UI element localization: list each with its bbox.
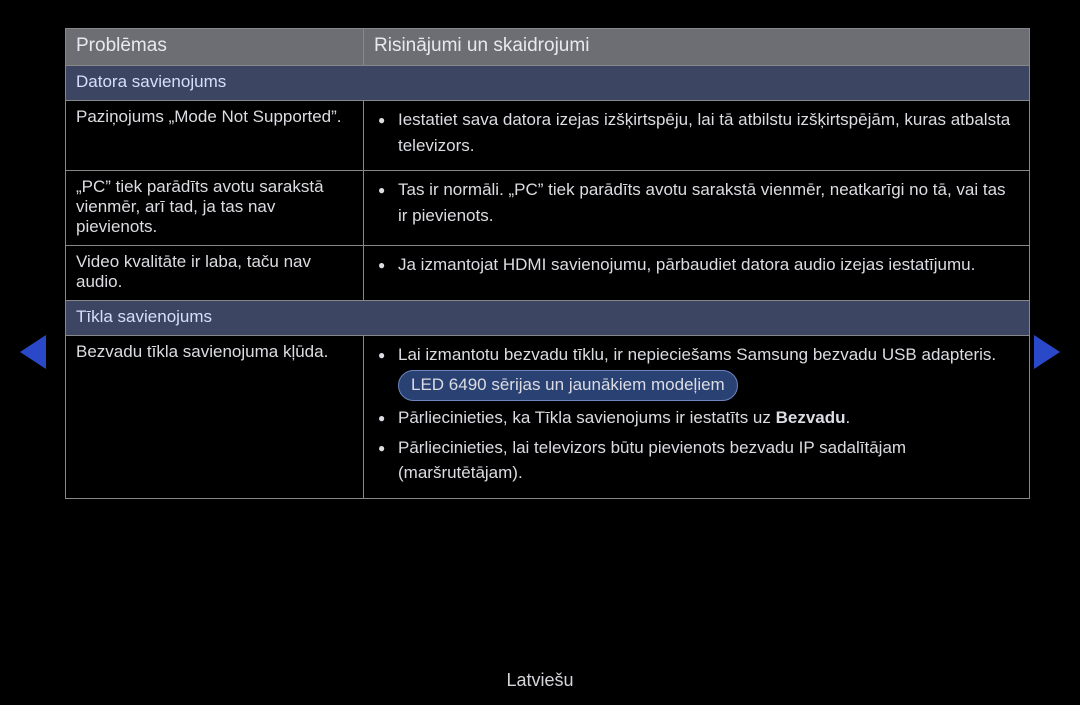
table-row: Paziņojums „Mode Not Supported”. Iestati… [66, 101, 1030, 171]
problem-cell: Paziņojums „Mode Not Supported”. [66, 101, 364, 171]
bold-term: Bezvadu [776, 408, 846, 427]
solution-item: Ja izmantojat HDMI savienojumu, pārbaudi… [398, 252, 1019, 278]
language-label: Latviešu [0, 670, 1080, 691]
solution-cell: Iestatiet sava datora izejas izšķirtspēj… [364, 101, 1030, 171]
manual-page: Problēmas Risinājumi un skaidrojumi Dato… [0, 0, 1080, 705]
table-row: „PC” tiek parādīts avotu sarakstā vienmē… [66, 171, 1030, 246]
solution-item: Pārliecinieties, lai televizors būtu pie… [398, 435, 1019, 486]
solution-cell: Tas ir normāli. „PC” tiek parādīts avotu… [364, 171, 1030, 246]
col-header-problems: Problēmas [66, 29, 364, 66]
problem-cell: Video kvalitāte ir laba, taču nav audio. [66, 246, 364, 301]
troubleshooting-table: Problēmas Risinājumi un skaidrojumi Dato… [65, 28, 1030, 499]
problem-cell: „PC” tiek parādīts avotu sarakstā vienmē… [66, 171, 364, 246]
solution-item: Lai izmantotu bezvadu tīklu, ir nepiecie… [398, 342, 1019, 401]
solution-text: Pārliecinieties, ka Tīkla savienojums ir… [398, 408, 776, 427]
problem-cell: Bezvadu tīkla savienojuma kļūda. [66, 336, 364, 499]
section-pc-connection: Datora savienojums [66, 66, 1030, 101]
prev-page-arrow[interactable] [20, 335, 46, 369]
section-network-connection: Tīkla savienojums [66, 301, 1030, 336]
solution-item: Iestatiet sava datora izejas izšķirtspēj… [398, 107, 1019, 158]
solution-text: Lai izmantotu bezvadu tīklu, ir nepiecie… [398, 345, 996, 364]
solution-text: . [846, 408, 851, 427]
next-page-arrow[interactable] [1034, 335, 1060, 369]
table-row: Bezvadu tīkla savienojuma kļūda. Lai izm… [66, 336, 1030, 499]
solution-item: Tas ir normāli. „PC” tiek parādīts avotu… [398, 177, 1019, 228]
solution-cell: Ja izmantojat HDMI savienojumu, pārbaudi… [364, 246, 1030, 301]
model-badge: LED 6490 sērijas un jaunākiem modeļiem [398, 370, 738, 402]
solution-item: Pārliecinieties, ka Tīkla savienojums ir… [398, 405, 1019, 431]
solution-cell: Lai izmantotu bezvadu tīklu, ir nepiecie… [364, 336, 1030, 499]
table-row: Video kvalitāte ir laba, taču nav audio.… [66, 246, 1030, 301]
col-header-solutions: Risinājumi un skaidrojumi [364, 29, 1030, 66]
